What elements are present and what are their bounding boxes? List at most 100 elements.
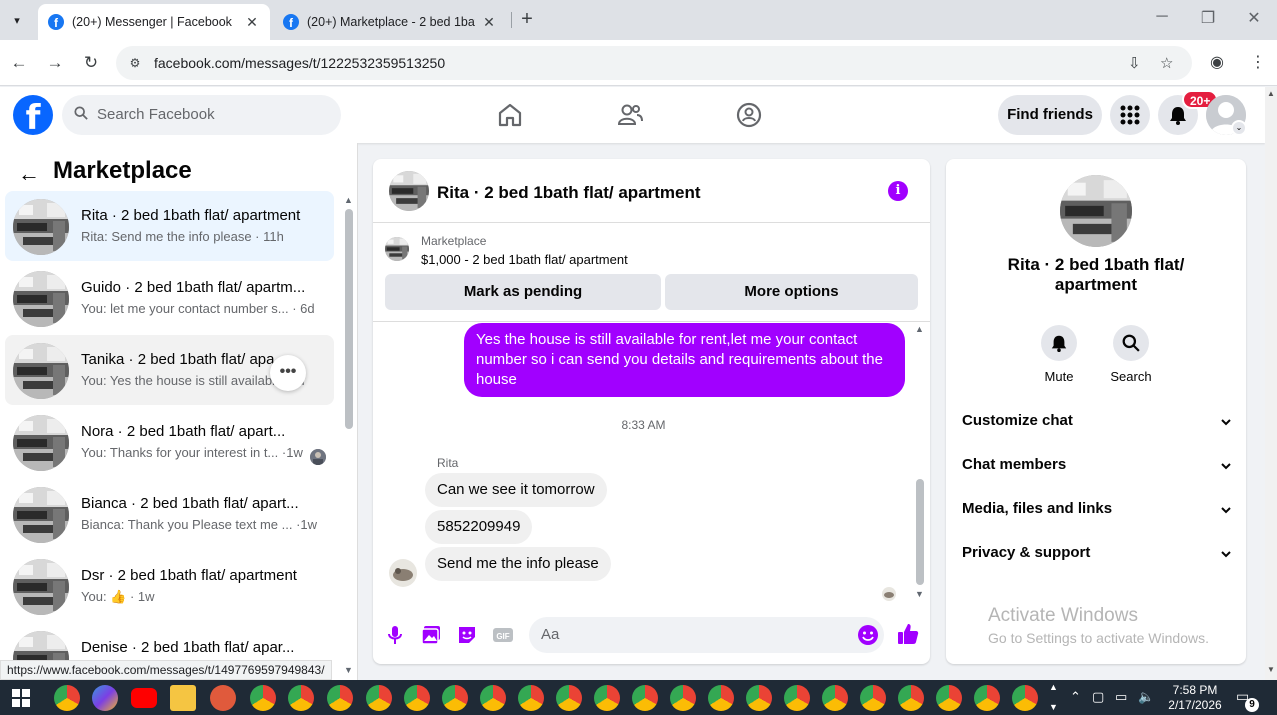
window-close-icon[interactable]: ✕	[1239, 8, 1269, 28]
sender-avatar[interactable]	[389, 559, 417, 587]
chrome-profile-icon[interactable]	[936, 685, 962, 711]
messages-scrollbar[interactable]	[916, 479, 924, 585]
reload-icon[interactable]: ↻	[79, 51, 103, 75]
chrome-profile-icon[interactable]	[594, 685, 620, 711]
chrome-profile-icon[interactable]	[974, 685, 1000, 711]
photo-icon[interactable]	[420, 624, 442, 646]
scroll-down-arrow-icon[interactable]: ▼	[915, 589, 924, 599]
find-friends-button[interactable]: Find friends	[998, 95, 1102, 135]
profile-icon[interactable]: ◉	[1210, 52, 1224, 72]
groups-icon[interactable]	[735, 101, 763, 129]
gif-icon[interactable]: GIF	[492, 624, 514, 646]
info-icon[interactable]: i	[888, 181, 908, 201]
new-tab-plus-icon[interactable]: +	[516, 9, 538, 31]
bookmark-star-icon[interactable]: ☆	[1160, 54, 1173, 72]
chrome-profile-icon[interactable]	[860, 685, 886, 711]
page-scrollbar[interactable]: ▲ ▼	[1265, 87, 1277, 680]
outgoing-message[interactable]: Yes the house is still available for ren…	[464, 323, 905, 397]
copilot-app-icon[interactable]	[92, 685, 118, 711]
paint-app-icon[interactable]	[210, 685, 236, 711]
chrome-profile-icon[interactable]	[746, 685, 772, 711]
incoming-message[interactable]: Send me the info please	[425, 547, 611, 581]
chrome-profile-icon[interactable]	[250, 685, 276, 711]
emoji-icon[interactable]	[857, 624, 879, 646]
conversation-item[interactable]: Dsr · 2 bed 1bath flat/ apartment You: 👍…	[5, 551, 334, 621]
chat-members-section[interactable]: Chat members	[962, 456, 1232, 480]
install-app-icon[interactable]: ⇩	[1128, 54, 1141, 72]
tab-search-chevron-icon[interactable]: ▾	[6, 9, 28, 31]
incoming-message[interactable]: Can we see it tomorrow	[425, 473, 607, 507]
account-chevron-down-icon[interactable]: ⌄	[1231, 120, 1247, 136]
facebook-logo-icon[interactable]: f	[13, 95, 53, 135]
chrome-profile-icon[interactable]	[1012, 685, 1038, 711]
privacy-support-section[interactable]: Privacy & support	[962, 544, 1232, 568]
mark-as-pending-button[interactable]: Mark as pending	[385, 274, 661, 310]
scroll-down-arrow-icon[interactable]: ▼	[344, 665, 353, 675]
tab-messenger[interactable]: f (20+) Messenger | Facebook ✕	[38, 4, 270, 40]
listing-price-title[interactable]: $1,000 - 2 bed 1bath flat/ apartment	[421, 252, 628, 267]
chrome-profile-icon[interactable]	[632, 685, 658, 711]
chrome-profile-icon[interactable]	[670, 685, 696, 711]
restore-icon[interactable]: ❐	[1193, 8, 1223, 28]
chat-title[interactable]: Rita · 2 bed 1bath flat/ apartment	[437, 183, 701, 203]
chrome-profile-icon[interactable]	[898, 685, 924, 711]
file-explorer-icon[interactable]	[170, 685, 196, 711]
device-icon[interactable]: ▢	[1092, 689, 1104, 705]
chrome-profile-icon[interactable]	[327, 685, 353, 711]
scroll-down-arrow-icon[interactable]: ▼	[1267, 665, 1275, 674]
tab-marketplace[interactable]: f (20+) Marketplace - 2 bed 1bat ✕	[273, 4, 507, 40]
chrome-profile-icon[interactable]	[784, 685, 810, 711]
minimize-icon[interactable]: ─	[1147, 8, 1177, 26]
mute-button[interactable]: Mute	[1029, 325, 1089, 384]
tab-close-icon[interactable]: ✕	[481, 14, 497, 31]
taskbar-scroll-up-icon[interactable]: ▲	[1049, 682, 1058, 692]
thumbs-up-icon[interactable]	[896, 622, 920, 646]
back-arrow-icon[interactable]: ←	[18, 161, 40, 187]
menu-grid-button[interactable]	[1110, 95, 1150, 135]
incoming-message[interactable]: 5852209949	[425, 510, 533, 544]
chrome-profile-icon[interactable]	[708, 685, 734, 711]
conversation-item[interactable]: Rita · 2 bed 1bath flat/ apartment Rita:…	[5, 191, 334, 261]
sticker-icon[interactable]	[456, 624, 478, 646]
message-input[interactable]: Aa	[529, 617, 884, 653]
conversation-item[interactable]: Nora · 2 bed 1bath flat/ apart... You: T…	[5, 407, 334, 477]
youtube-app-icon[interactable]	[131, 688, 157, 708]
network-icon[interactable]: ▭	[1115, 689, 1127, 705]
tab-close-icon[interactable]: ✕	[244, 14, 260, 31]
chrome-app-icon[interactable]	[54, 685, 80, 711]
scroll-up-arrow-icon[interactable]: ▲	[1267, 89, 1275, 98]
volume-icon[interactable]: 🔈	[1138, 689, 1154, 705]
chrome-profile-icon[interactable]	[366, 685, 392, 711]
conversation-list-scrollbar[interactable]	[345, 209, 353, 429]
kebab-menu-icon[interactable]: ⋮	[1250, 52, 1266, 72]
address-bar[interactable]: ⚙ facebook.com/messages/t/12225323595132…	[116, 46, 1192, 80]
chrome-profile-icon[interactable]	[404, 685, 430, 711]
microphone-icon[interactable]	[384, 624, 406, 646]
taskbar-scroll-down-icon[interactable]: ▼	[1049, 702, 1058, 712]
customize-chat-section[interactable]: Customize chat	[962, 412, 1232, 436]
chrome-profile-icon[interactable]	[288, 685, 314, 711]
forward-arrow-icon[interactable]: →	[43, 51, 67, 75]
windows-start-icon[interactable]	[12, 689, 30, 707]
facebook-search-input[interactable]: Search Facebook	[62, 95, 341, 135]
conversation-more-button[interactable]: •••	[270, 355, 306, 391]
show-hidden-icons-chevron-icon[interactable]: ⌃	[1070, 689, 1081, 705]
chrome-profile-icon[interactable]	[480, 685, 506, 711]
conversation-item[interactable]: Bianca · 2 bed 1bath flat/ apart... Bian…	[5, 479, 334, 549]
chat-thumbnail[interactable]	[389, 171, 429, 211]
home-icon[interactable]	[496, 101, 524, 129]
media-files-links-section[interactable]: Media, files and links	[962, 500, 1232, 524]
scroll-up-arrow-icon[interactable]: ▲	[344, 195, 353, 205]
chrome-profile-icon[interactable]	[822, 685, 848, 711]
chrome-profile-icon[interactable]	[442, 685, 468, 711]
chrome-profile-icon[interactable]	[518, 685, 544, 711]
friends-icon[interactable]	[616, 101, 644, 129]
site-info-icon[interactable]: ⚙	[126, 54, 144, 72]
conversation-item[interactable]: Guido · 2 bed 1bath flat/ apartm... You:…	[5, 263, 334, 333]
back-arrow-icon[interactable]: ←	[7, 51, 31, 75]
scroll-up-arrow-icon[interactable]: ▲	[915, 324, 924, 334]
search-conversation-button[interactable]: Search	[1101, 325, 1161, 384]
system-clock[interactable]: 7:58 PM 2/17/2026	[1160, 683, 1230, 713]
chrome-profile-icon[interactable]	[556, 685, 582, 711]
more-options-button[interactable]: More options	[665, 274, 918, 310]
